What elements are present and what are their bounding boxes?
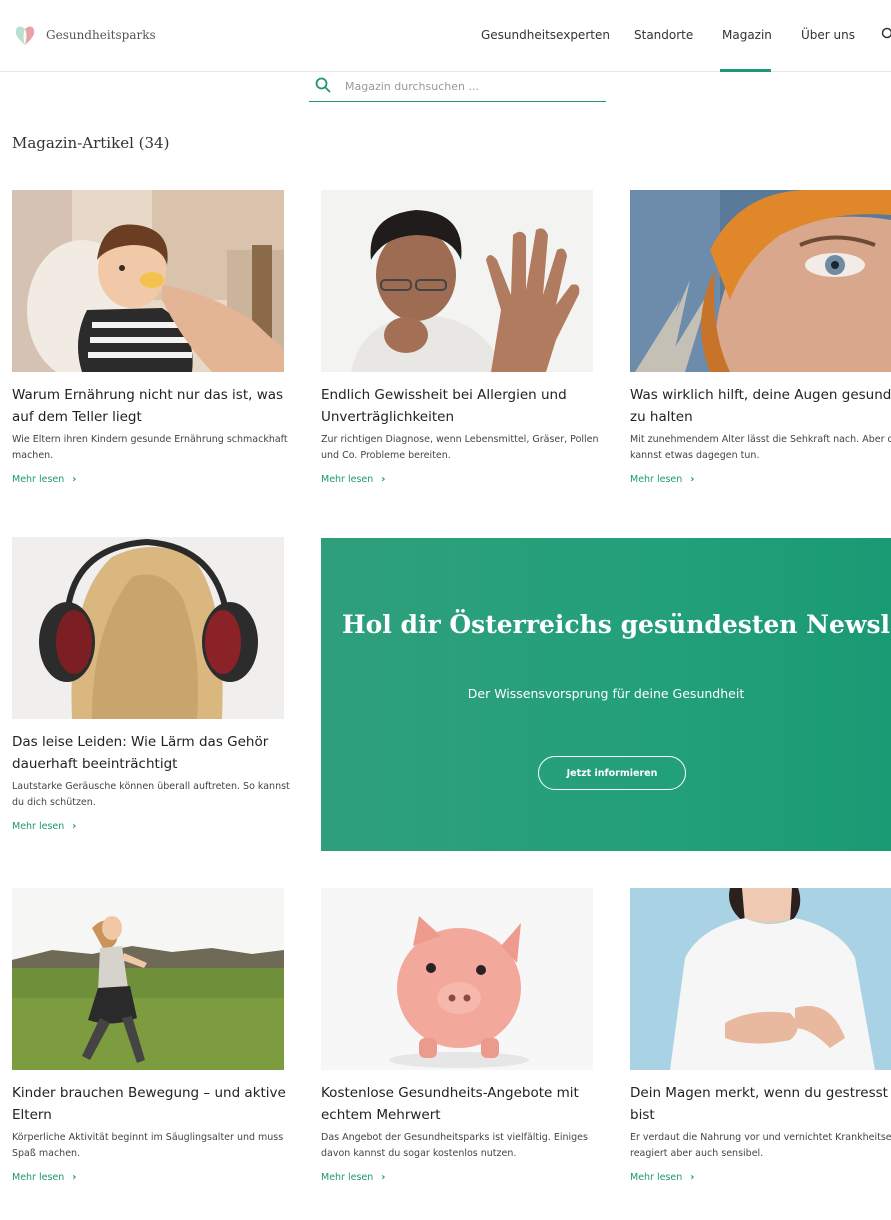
article-card[interactable]: Warum Ernährung nicht nur das ist, was a… xyxy=(12,190,288,485)
article-title[interactable]: Warum Ernährung nicht nur das ist, was a… xyxy=(12,384,297,428)
search-icon[interactable] xyxy=(881,27,891,41)
article-card[interactable]: Kostenlose Gesundheits-Angebote mit echt… xyxy=(321,888,593,1183)
article-description: Wie Eltern ihren Kindern gesunde Ernähru… xyxy=(12,434,288,461)
nav-item-standorte[interactable]: Standorte xyxy=(634,28,693,42)
article-image[interactable] xyxy=(630,190,891,372)
article-title[interactable]: Kostenlose Gesundheits-Angebote mit echt… xyxy=(321,1082,606,1126)
stomach-pain-image xyxy=(630,888,891,1070)
read-more-link[interactable]: Mehr lesen › xyxy=(12,821,284,832)
allergy-man-image xyxy=(321,190,593,372)
read-more-link[interactable]: Mehr lesen › xyxy=(630,1172,891,1183)
article-description: Das Angebot der Gesundheitsparks ist vie… xyxy=(321,1132,588,1159)
section-title: Magazin-Artikel (34) xyxy=(12,134,170,152)
read-more-link[interactable]: Mehr lesen › xyxy=(12,1172,284,1183)
chevron-right-icon: › xyxy=(72,1172,77,1183)
piggy-bank-image xyxy=(321,888,593,1070)
newsletter-banner: Hol dir Österreichs gesündesten Newslett… xyxy=(321,538,891,851)
article-image[interactable] xyxy=(12,888,284,1070)
nav-item-gesundheitsexperten[interactable]: Gesundheitsexperten xyxy=(481,28,610,42)
article-description: Zur richtigen Diagnose, wenn Lebensmitte… xyxy=(321,434,599,461)
child-eating-image xyxy=(12,190,284,372)
article-image[interactable] xyxy=(12,190,284,372)
article-title[interactable]: Kinder brauchen Bewegung – und aktive El… xyxy=(12,1082,297,1126)
chevron-right-icon: › xyxy=(72,821,77,832)
read-more-label: Mehr lesen xyxy=(12,1172,65,1183)
article-title[interactable]: Was wirklich hilft, deine Augen gesund z… xyxy=(630,384,891,428)
read-more-label: Mehr lesen xyxy=(630,474,683,485)
newsletter-title: Hol dir Österreichs gesündesten Newslett… xyxy=(342,610,891,639)
read-more-link[interactable]: Mehr lesen › xyxy=(12,474,284,485)
newsletter-signup-button[interactable]: Jetzt informieren xyxy=(538,756,686,790)
read-more-label: Mehr lesen xyxy=(321,474,374,485)
article-image[interactable] xyxy=(321,888,593,1070)
article-description: Er verdaut die Nahrung vor und vernichte… xyxy=(630,1132,891,1159)
eye-woman-image xyxy=(630,190,891,372)
search-icon xyxy=(315,77,331,93)
article-card[interactable]: Dein Magen merkt, wenn du gestresst bist… xyxy=(630,888,891,1183)
read-more-link[interactable]: Mehr lesen › xyxy=(630,474,891,485)
article-card[interactable]: Das leise Leiden: Wie Lärm das Gehör dau… xyxy=(12,537,290,832)
newsletter-subtitle: Der Wissensvorsprung für deine Gesundhei… xyxy=(467,686,745,701)
headphones-image xyxy=(12,537,284,719)
read-more-link[interactable]: Mehr lesen › xyxy=(321,1172,593,1183)
article-title[interactable]: Das leise Leiden: Wie Lärm das Gehör dau… xyxy=(12,731,297,775)
article-description: Lautstarke Geräusche können überall auft… xyxy=(12,781,290,808)
search-input[interactable] xyxy=(345,76,595,96)
nav-item-magazin[interactable]: Magazin xyxy=(722,28,772,42)
article-title[interactable]: Dein Magen merkt, wenn du gestresst bist xyxy=(630,1082,891,1126)
read-more-link[interactable]: Mehr lesen › xyxy=(321,474,593,485)
chevron-right-icon: › xyxy=(381,474,386,485)
chevron-right-icon: › xyxy=(72,474,77,485)
magazine-search xyxy=(309,72,606,102)
article-image[interactable] xyxy=(321,190,593,372)
article-card[interactable]: Kinder brauchen Bewegung – und aktive El… xyxy=(12,888,286,1183)
running-girl-image xyxy=(12,888,284,1070)
site-header: Gesundheitsparks Gesundheitsexperten Sta… xyxy=(0,0,891,72)
article-description: Mit zunehmendem Alter lässt die Sehkraft… xyxy=(630,434,891,461)
article-description: Körperliche Aktivität beginnt im Säuglin… xyxy=(12,1132,284,1159)
article-title[interactable]: Endlich Gewissheit bei Allergien und Unv… xyxy=(321,384,606,428)
read-more-label: Mehr lesen xyxy=(630,1172,683,1183)
article-card[interactable]: Was wirklich hilft, deine Augen gesund z… xyxy=(630,190,891,485)
chevron-right-icon: › xyxy=(690,474,695,485)
chevron-right-icon: › xyxy=(690,1172,695,1183)
read-more-label: Mehr lesen xyxy=(12,474,65,485)
article-image[interactable] xyxy=(630,888,891,1070)
main-nav: Gesundheitsexperten Standorte Magazin Üb… xyxy=(0,28,891,48)
chevron-right-icon: › xyxy=(381,1172,386,1183)
article-image[interactable] xyxy=(12,537,284,719)
nav-active-indicator xyxy=(720,69,771,72)
read-more-label: Mehr lesen xyxy=(321,1172,374,1183)
article-card[interactable]: Endlich Gewissheit bei Allergien und Unv… xyxy=(321,190,599,485)
read-more-label: Mehr lesen xyxy=(12,821,65,832)
nav-item-ueber-uns[interactable]: Über uns xyxy=(801,28,855,42)
